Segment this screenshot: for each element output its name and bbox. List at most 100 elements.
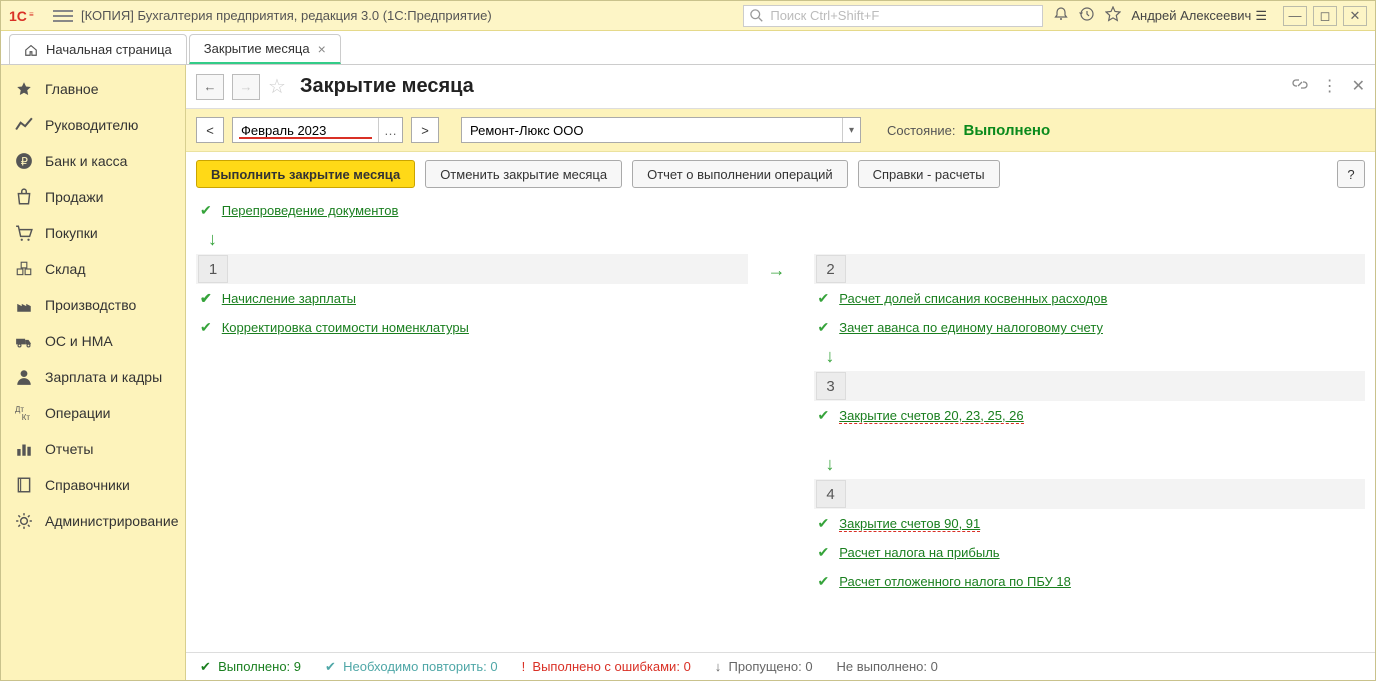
check-icon: ✔ [325,659,336,674]
close-tab-icon[interactable]: × [318,41,326,57]
arrow-down-icon: ↓ [826,454,1366,475]
link-icon[interactable] [1292,76,1308,97]
bag-icon [15,188,33,206]
status-bar: ✔ Выполнено: 9 ✔ Необходимо повторить: 0… [186,652,1375,680]
check-icon: ✔ [200,659,211,674]
check-icon: ✔ [200,202,212,219]
svg-text:Кт: Кт [22,413,31,422]
help-button[interactable]: ? [1337,160,1365,188]
check-icon: ✔ [818,407,830,424]
user-menu-icon: ☰ [1255,8,1267,24]
svg-text:≡: ≡ [29,10,34,19]
window-title: [КОПИЯ] Бухгалтерия предприятия, редакци… [81,8,492,23]
nav-back-button[interactable]: ← [196,74,224,100]
kebab-menu[interactable]: ⋮ [1322,76,1338,97]
execute-button[interactable]: Выполнить закрытие месяца [196,160,415,188]
truck-icon [15,332,33,350]
search-icon [750,9,764,23]
organization-input[interactable] [462,118,842,142]
main-menu-icon[interactable] [53,10,73,22]
period-next-button[interactable]: > [411,117,439,143]
check-icon: ✔ [818,319,830,336]
current-user[interactable]: Андрей Алексеевич☰ [1131,8,1267,24]
check-icon: ✔ [818,515,830,532]
home-icon [24,43,38,57]
period-picker-button[interactable]: … [378,118,402,142]
check-icon: ✔ [818,544,830,561]
gear-icon [15,512,33,530]
global-search[interactable]: Поиск Ctrl+Shift+F [743,5,1043,27]
alert-icon: ! [522,659,526,674]
cancel-button[interactable]: Отменить закрытие месяца [425,160,622,188]
tab-home[interactable]: Начальная страница [9,34,187,64]
sidebar-item-hr[interactable]: Зарплата и кадры [1,359,185,395]
organization-dropdown[interactable]: ▾ [842,118,860,142]
sidebar-item-warehouse[interactable]: Склад [1,251,185,287]
check-icon: ✔ [818,573,830,590]
stage-number-2: 2 [816,255,846,283]
bars-icon [15,440,33,458]
nav-forward-button[interactable]: → [232,74,260,100]
op-stage1-0[interactable]: Начисление зарплаты [222,291,356,306]
book-icon [15,476,33,494]
check-icon: ✔ [200,290,212,307]
sidebar-item-assets[interactable]: ОС и НМА [1,323,185,359]
close-page-button[interactable]: ✕ [1352,76,1365,97]
ruble-icon: ₽ [15,152,33,170]
sidebar-item-reports[interactable]: Отчеты [1,431,185,467]
person-icon [15,368,33,386]
star-icon [15,80,33,98]
tab-active-label: Закрытие месяца [204,41,310,56]
skip-icon: ↓ [715,659,722,674]
arrow-down-icon: ↓ [208,229,1365,250]
op-stage1-1[interactable]: Корректировка стоимости номенклатуры [222,320,469,335]
stage-number-1: 1 [198,255,228,283]
sidebar-item-sales[interactable]: Продажи [1,179,185,215]
cart-icon [15,224,33,242]
search-placeholder: Поиск Ctrl+Shift+F [770,8,879,23]
op-stage4-1[interactable]: Расчет налога на прибыль [839,545,999,560]
sidebar-item-admin[interactable]: Администрирование [1,503,185,539]
dtkt-icon: ДтКт [15,404,33,422]
op-reprocess[interactable]: Перепроведение документов [222,203,399,218]
star-icon[interactable] [1105,6,1121,25]
sidebar-item-main[interactable]: Главное [1,71,185,107]
tab-month-closing[interactable]: Закрытие месяца × [189,34,341,64]
favorite-toggle[interactable]: ☆ [268,74,286,99]
sidebar-item-catalogs[interactable]: Справочники [1,467,185,503]
close-window-button[interactable]: ✕ [1343,6,1367,26]
sidebar: Главное Руководителю ₽Банк и касса Прода… [1,65,186,680]
history-icon[interactable] [1079,6,1095,25]
tab-home-label: Начальная страница [46,42,172,57]
minimize-button[interactable]: — [1283,6,1307,26]
sidebar-item-bank[interactable]: ₽Банк и касса [1,143,185,179]
boxes-icon [15,260,33,278]
bell-icon[interactable] [1053,6,1069,25]
sidebar-item-production[interactable]: Производство [1,287,185,323]
factory-icon [15,296,33,314]
stage-number-3: 3 [816,372,846,400]
op-stage3-0[interactable]: Закрытие счетов 20, 23, 25, 26 [839,408,1023,424]
sidebar-item-operations[interactable]: ДтКтОперации [1,395,185,431]
op-stage4-0[interactable]: Закрытие счетов 90, 91 [839,516,980,532]
period-prev-button[interactable]: < [196,117,224,143]
sidebar-item-manager[interactable]: Руководителю [1,107,185,143]
sidebar-item-purchases[interactable]: Покупки [1,215,185,251]
references-button[interactable]: Справки - расчеты [858,160,1000,188]
arrow-right-icon: → [768,260,786,281]
svg-text:1С: 1С [9,8,27,24]
maximize-button[interactable]: ◻ [1313,6,1337,26]
op-stage2-1[interactable]: Зачет аванса по единому налоговому счету [839,320,1103,335]
page-title: Закрытие месяца [300,75,474,98]
op-stage2-0[interactable]: Расчет долей списания косвенных расходов [839,291,1107,306]
report-button[interactable]: Отчет о выполнении операций [632,160,848,188]
logo-1c: 1С≡ [9,7,37,25]
period-input[interactable] [233,118,378,142]
state-label: Состояние: [887,123,955,138]
svg-text:₽: ₽ [21,157,28,169]
check-icon: ✔ [818,290,830,307]
chart-icon [15,116,33,134]
state-value: Выполнено [963,122,1050,139]
stage-number-4: 4 [816,480,846,508]
op-stage4-2[interactable]: Расчет отложенного налога по ПБУ 18 [839,574,1071,589]
